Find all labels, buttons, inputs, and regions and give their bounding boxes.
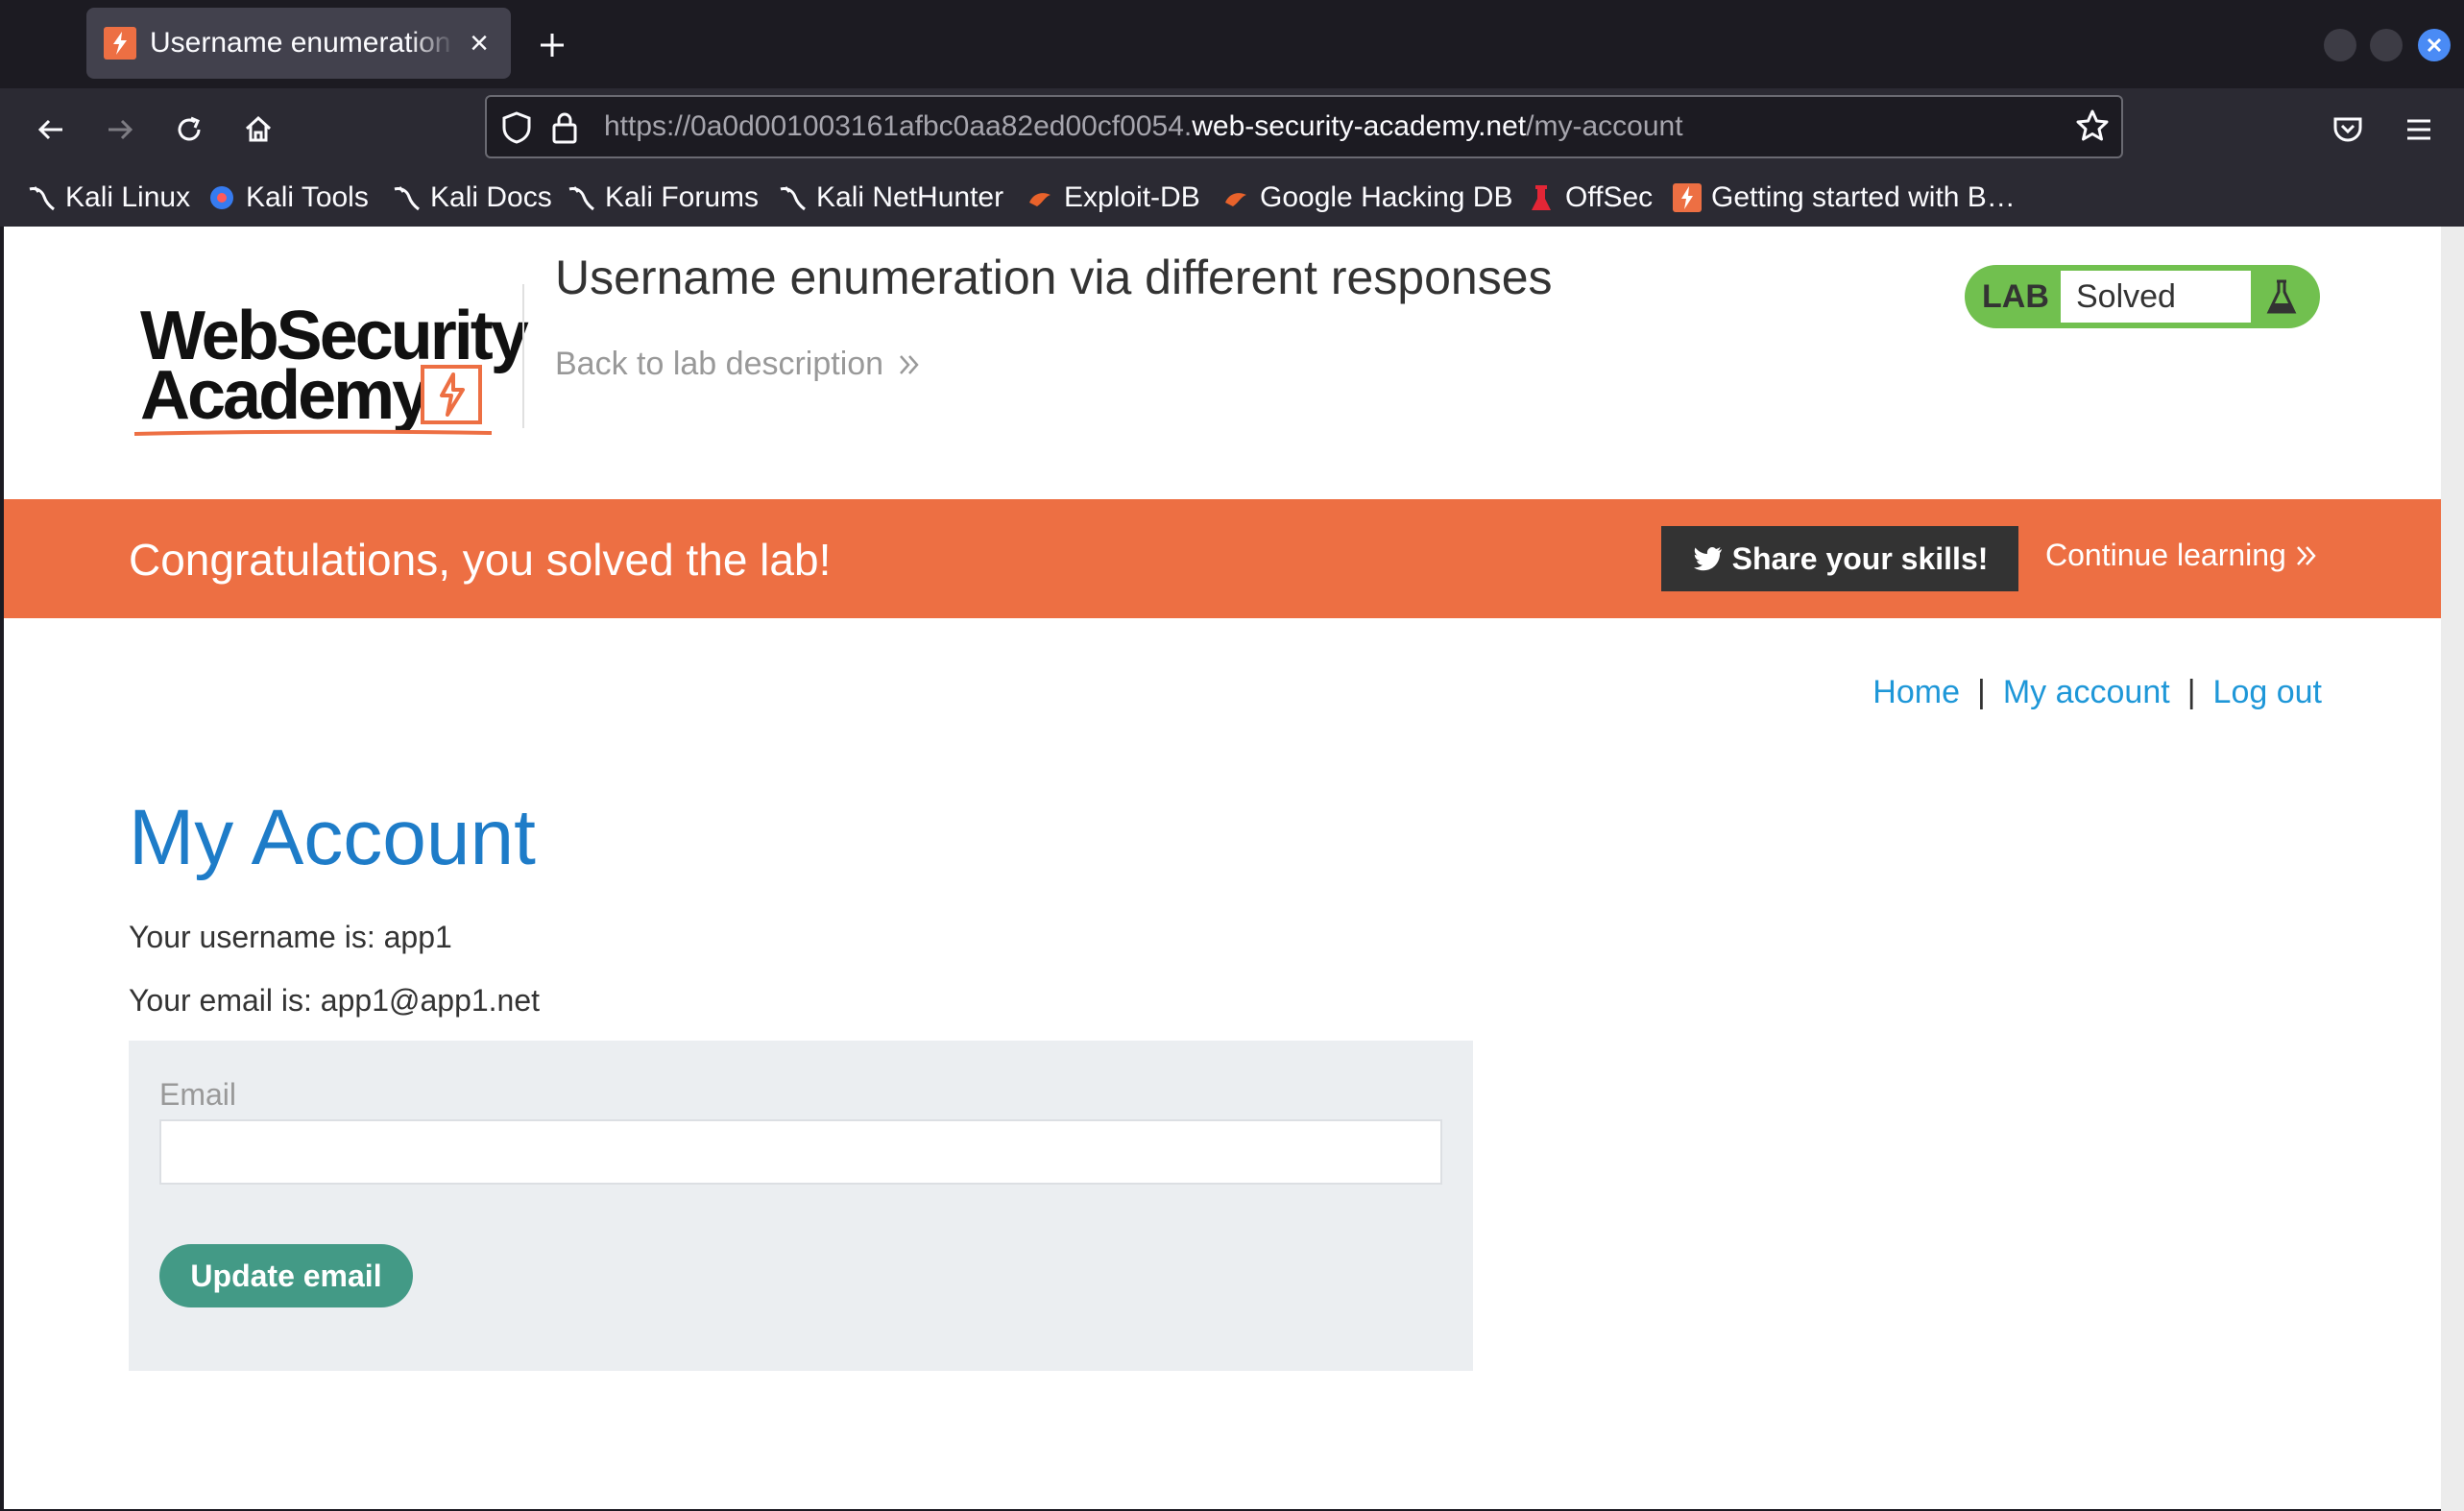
bookmark-exploit-db[interactable]: Exploit-DB: [1026, 177, 1200, 219]
browser-tab[interactable]: Username enumeration via different respo…: [86, 8, 511, 79]
bookmark-google-hacking-db[interactable]: Google Hacking DB: [1221, 177, 1512, 219]
lab-status-badge: LAB Solved: [1965, 265, 2320, 328]
email-field-label: Email: [159, 1077, 237, 1112]
reload-button[interactable]: [165, 106, 213, 154]
update-email-button[interactable]: Update email: [159, 1244, 413, 1307]
lab-label: LAB: [1982, 278, 2049, 315]
url-host: web-security-academy.net: [1192, 110, 1527, 142]
lab-status-text: Solved: [2061, 271, 2251, 323]
flask-icon: [2253, 271, 2310, 323]
kali-tools-icon: [207, 183, 236, 212]
bookmark-kali-docs[interactable]: Kali Docs: [392, 177, 552, 219]
plus-icon: [541, 34, 564, 57]
twitter-icon: [1693, 547, 1722, 571]
kali-dragon-icon: [778, 183, 807, 212]
bookmark-star-icon[interactable]: [2075, 108, 2110, 148]
continue-learning-link[interactable]: Continue learning: [2045, 538, 2319, 573]
page-viewport: WebSecurity Academy Username enumeration…: [4, 227, 2441, 1509]
web-security-academy-logo[interactable]: WebSecurity Academy: [133, 263, 529, 436]
page-scrollbar[interactable]: [2441, 227, 2464, 1511]
bookmark-label: Kali Docs: [430, 181, 552, 213]
continue-link-label: Continue learning: [2045, 538, 2286, 572]
bookmark-kali-nethunter[interactable]: Kali NetHunter: [778, 177, 1003, 219]
exploit-db-icon: [1221, 183, 1250, 212]
kali-dragon-icon: [567, 183, 595, 212]
arrow-left-icon: [37, 119, 62, 140]
back-link-label: Back to lab description: [555, 346, 884, 382]
bookmark-label: Kali Linux: [65, 181, 191, 213]
new-tab-button[interactable]: [526, 19, 578, 71]
bookmark-label: OffSec: [1565, 181, 1654, 213]
bookmark-label: Getting started with B…: [1711, 181, 2016, 213]
tab-title: Username enumeration via different respo…: [150, 27, 455, 59]
bookmark-label: Exploit-DB: [1064, 181, 1200, 213]
bookmark-label: Kali Tools: [246, 181, 369, 213]
username-line: Your username is: app1: [129, 920, 452, 954]
nav-my-account-link[interactable]: My account: [2003, 674, 2170, 711]
double-chevron-right-icon: [900, 354, 919, 374]
logo-underline: [133, 429, 493, 436]
bookmarks-toolbar: Kali Linux Kali Tools Kali Docs Kali For…: [0, 169, 2464, 227]
change-email-form: Email Update email: [129, 1041, 1473, 1371]
back-to-lab-description-link[interactable]: Back to lab description: [555, 346, 922, 383]
double-chevron-right-icon: [2296, 545, 2316, 565]
reload-icon: [178, 116, 201, 141]
share-button-label: Share your skills!: [1731, 540, 1989, 576]
address-bar[interactable]: https://0a0d001003161afbc0aa82ed00cf0054…: [485, 95, 2123, 158]
exploit-db-icon: [1026, 183, 1054, 212]
bookmark-kali-forums[interactable]: Kali Forums: [567, 177, 759, 219]
window-close-button[interactable]: [2418, 29, 2451, 61]
logo-line2: Academy: [140, 357, 430, 434]
kali-dragon-icon: [27, 183, 56, 212]
arrow-right-icon: [109, 119, 133, 140]
minimize-button[interactable]: [2324, 29, 2356, 61]
url-path: /my-account: [1526, 110, 1683, 142]
bookmark-label: Google Hacking DB: [1260, 181, 1513, 213]
close-tab-icon[interactable]: ×: [465, 27, 494, 60]
back-button[interactable]: [27, 106, 75, 154]
menu-button[interactable]: [2395, 106, 2443, 154]
account-nav: Home | My account | Log out: [1872, 674, 2322, 711]
solved-banner: Congratulations, you solved the lab! Sha…: [4, 499, 2441, 618]
burp-icon: [1673, 183, 1702, 212]
navigation-toolbar: https://0a0d001003161afbc0aa82ed00cf0054…: [0, 88, 2464, 169]
shield-icon[interactable]: [500, 110, 533, 150]
lock-icon[interactable]: [550, 110, 579, 150]
page-title: My Account: [129, 794, 536, 881]
url-text[interactable]: https://0a0d001003161afbc0aa82ed00cf0054…: [604, 110, 1683, 143]
nav-separator: |: [1977, 674, 1986, 710]
bookmark-kali-tools[interactable]: Kali Tools: [207, 177, 369, 219]
nav-home-link[interactable]: Home: [1872, 674, 1960, 711]
bookmark-getting-started[interactable]: Getting started with B…: [1673, 177, 2016, 219]
lightning-bolt-icon: [421, 365, 482, 424]
offsec-icon: [1527, 183, 1556, 212]
burp-favicon-icon: [104, 27, 136, 60]
pocket-button[interactable]: [2324, 106, 2372, 154]
tab-strip: Username enumeration via different respo…: [0, 0, 2464, 88]
home-icon: [245, 115, 272, 142]
url-prefix: https://0a0d001003161afbc0aa82ed00cf0054…: [604, 110, 1193, 142]
email-field[interactable]: [159, 1119, 1442, 1185]
nav-separator: |: [2186, 674, 2196, 710]
lab-title: Username enumeration via different respo…: [555, 251, 1553, 304]
pocket-icon: [2333, 117, 2362, 142]
close-icon: [2427, 37, 2442, 53]
hamburger-menu-icon: [2407, 119, 2430, 140]
share-skills-button[interactable]: Share your skills!: [1661, 526, 2018, 591]
maximize-button[interactable]: [2370, 29, 2403, 61]
forward-button[interactable]: [96, 106, 144, 154]
bookmark-label: Kali Forums: [605, 181, 760, 213]
kali-dragon-icon: [392, 183, 421, 212]
bookmark-kali-linux[interactable]: Kali Linux: [27, 177, 190, 219]
bookmark-label: Kali NetHunter: [816, 181, 1004, 213]
email-line: Your email is: app1@app1.net: [129, 983, 541, 1018]
bookmark-offsec[interactable]: OffSec: [1527, 177, 1653, 219]
nav-log-out-link[interactable]: Log out: [2213, 674, 2322, 711]
home-button[interactable]: [234, 106, 282, 154]
banner-message: Congratulations, you solved the lab!: [129, 535, 832, 585]
header-divider: [522, 284, 524, 428]
